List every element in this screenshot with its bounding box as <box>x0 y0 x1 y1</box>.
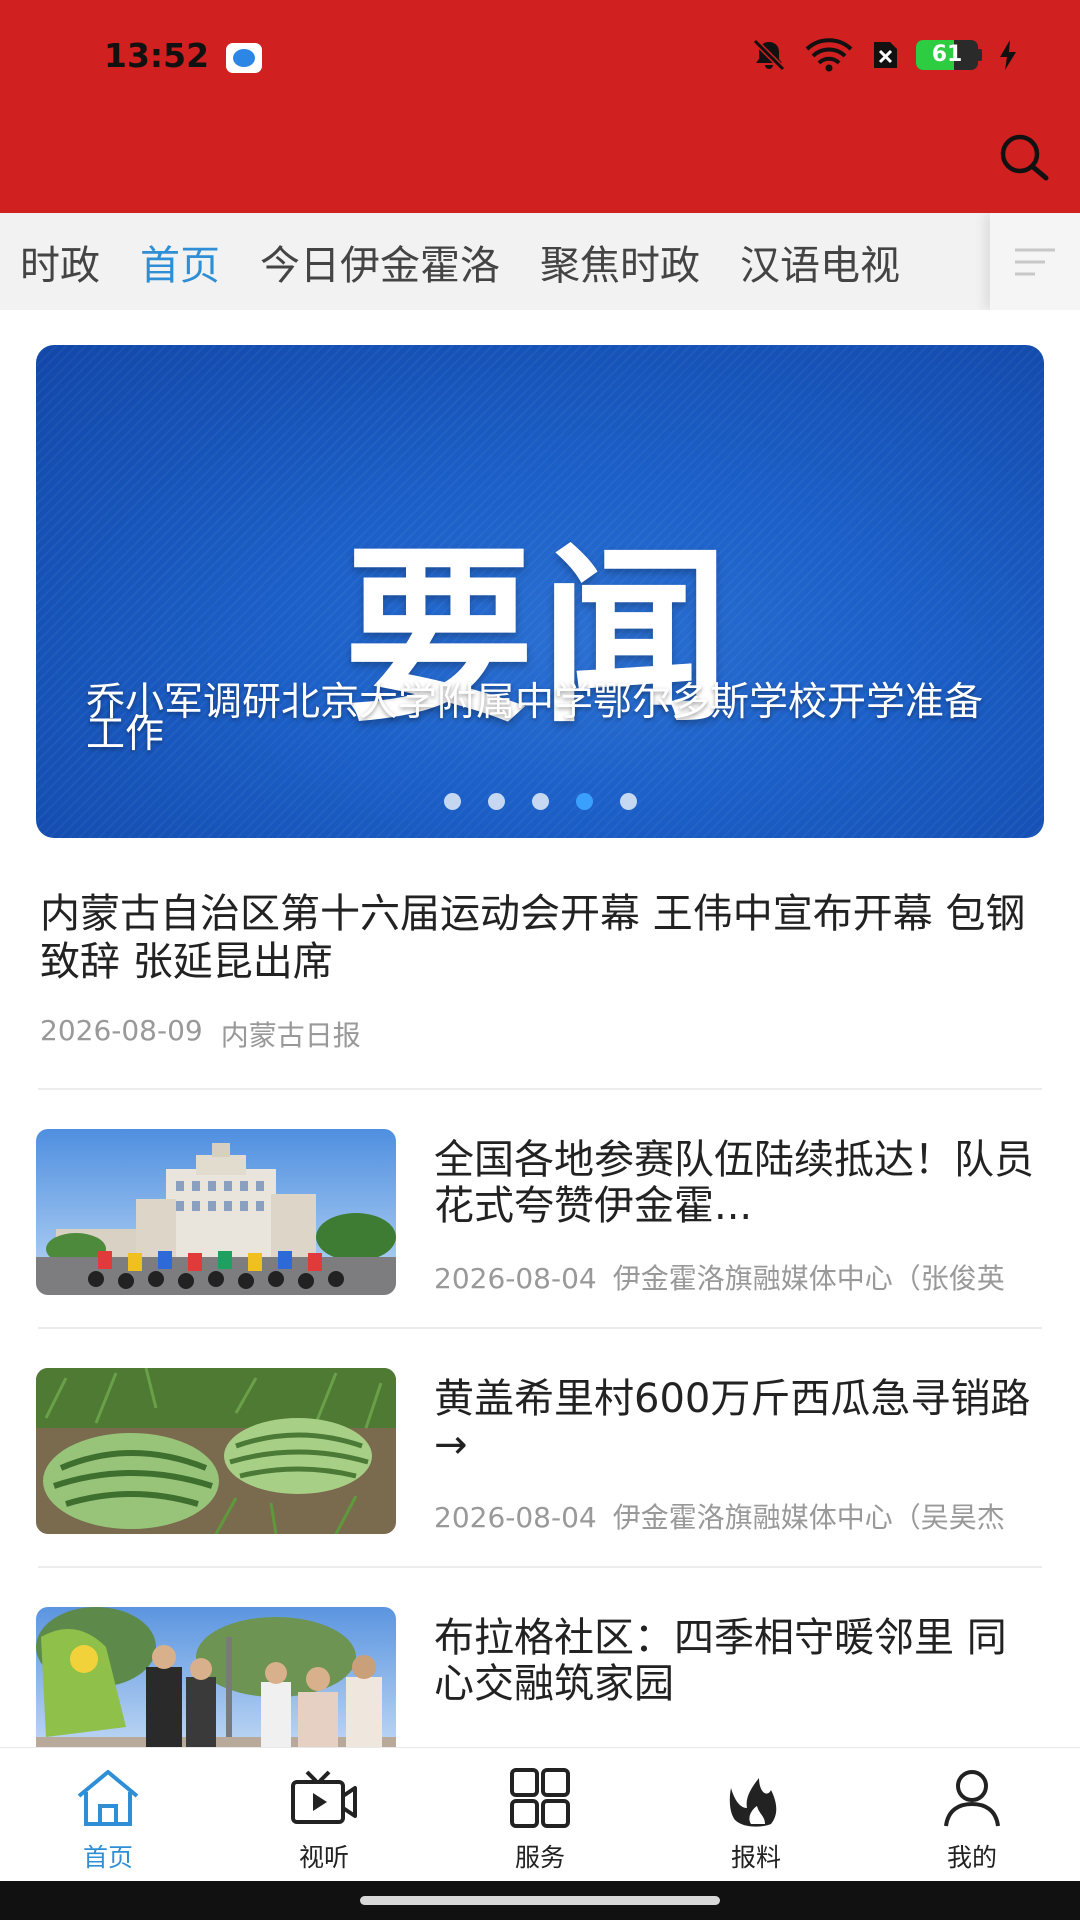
list-item[interactable]: 黄盖希里村600万斤西瓜急寻销路→ 2026-08-04 伊金霍洛旗融媒体中心（吴… <box>36 1368 1046 1538</box>
sim-icon <box>874 42 897 68</box>
article-title: 布拉格社区：四季相守暖邻里 同心交融筑家园 <box>434 1615 1007 1707</box>
tab-shizheng[interactable]: 时政 <box>20 233 100 291</box>
article-meta: 2026-08-04 伊金霍洛旗融媒体中心（吴昊杰 <box>434 1496 1080 1536</box>
tab-focus-politics[interactable]: 聚焦时政 <box>540 233 700 291</box>
banner-caption: 乔小军调研北京大学附属中学鄂尔多斯学校开学准备工作 <box>86 680 984 757</box>
article-date: 2026-08-04 <box>434 1501 597 1534</box>
nav-label: 我的 <box>946 1843 997 1872</box>
video-icon <box>291 1770 357 1824</box>
category-tabs: 时政 首页 今日伊金霍洛 聚焦时政 汉语电视 <box>0 213 1080 310</box>
nav-label: 首页 <box>82 1843 133 1872</box>
nav-home[interactable]: 首页 <box>0 1748 216 1881</box>
list-item[interactable]: 全国各地参赛队伍陆续抵达！队员花式夸赞伊金霍... 2026-08-04 伊金霍洛… <box>36 1129 1046 1299</box>
carousel-dot[interactable] <box>443 793 461 810</box>
feature-date: 2026-08-09 <box>40 1014 203 1047</box>
home-indicator[interactable] <box>360 1896 720 1905</box>
nav-label: 报料 <box>730 1843 781 1872</box>
divider <box>38 1327 1042 1329</box>
nav-label: 视听 <box>298 1843 349 1872</box>
feature-meta: 2026-08-09 内蒙古日报 <box>40 1014 1040 1054</box>
battery-level: 61 <box>931 42 963 67</box>
article-title: 全国各地参赛队伍陆续抵达！队员花式夸赞伊金霍... <box>434 1137 1034 1229</box>
app-header: 13:52 61 <box>0 0 1080 213</box>
article-date: 2026-08-04 <box>434 1262 597 1295</box>
tab-today-ejin-horo[interactable]: 今日伊金霍洛 <box>260 233 500 291</box>
status-time: 13:52 <box>104 36 210 75</box>
nav-label: 服务 <box>514 1843 565 1872</box>
divider <box>38 1566 1042 1568</box>
feature-article[interactable]: 内蒙古自治区第十六届运动会开幕 王伟中宣布开幕 包钢致辞 张延昆出席 2026-… <box>40 890 1040 1054</box>
nav-services[interactable]: 服务 <box>432 1748 648 1881</box>
nav-report[interactable]: 报料 <box>648 1748 864 1881</box>
article-source: 伊金霍洛旗融媒体中心（张俊英 <box>612 1262 1005 1295</box>
carousel-dot[interactable] <box>619 793 637 810</box>
tabs-fade <box>900 213 990 310</box>
tab-home[interactable]: 首页 <box>140 233 220 291</box>
tabs-menu-button[interactable] <box>990 213 1080 310</box>
battery-icon: 61 <box>916 40 982 70</box>
bottom-nav: 首页 视听 服务 报料 我的 <box>0 1747 1080 1881</box>
tabs-track: 时政 首页 今日伊金霍洛 聚焦时政 汉语电视 <box>20 213 900 310</box>
grid-icon <box>510 1768 570 1828</box>
feature-source: 内蒙古日报 <box>220 1019 361 1052</box>
charging-icon <box>1000 40 1016 70</box>
home-icon <box>77 1770 139 1826</box>
flame-icon <box>729 1778 777 1827</box>
banner-carousel[interactable]: 要闻 乔小军调研北京大学附属中学鄂尔多斯学校开学准备工作 <box>36 345 1044 838</box>
article-meta: 2026-08-04 伊金霍洛旗融媒体中心（张俊英 <box>434 1257 1080 1297</box>
article-thumbnail <box>36 1368 396 1534</box>
mute-icon <box>752 38 786 72</box>
carousel-dots <box>36 793 1044 810</box>
feature-title: 内蒙古自治区第十六届运动会开幕 王伟中宣布开幕 包钢致辞 张延昆出席 <box>40 891 1026 985</box>
article-title: 黄盖希里村600万斤西瓜急寻销路→ <box>434 1376 1031 1468</box>
carousel-dot[interactable] <box>531 793 549 810</box>
wifi-icon <box>805 38 853 72</box>
tab-chinese-tv[interactable]: 汉语电视 <box>740 233 900 291</box>
system-nav-bar <box>0 1881 1080 1920</box>
app-icon <box>226 43 262 73</box>
article-source: 伊金霍洛旗融媒体中心（吴昊杰 <box>612 1501 1005 1534</box>
nav-video[interactable]: 视听 <box>216 1748 432 1881</box>
carousel-dot[interactable] <box>575 793 593 810</box>
search-icon[interactable] <box>996 130 1052 186</box>
status-icons: 61 <box>750 38 1018 72</box>
nav-mine[interactable]: 我的 <box>864 1748 1080 1881</box>
menu-lines-icon <box>1015 248 1055 275</box>
article-thumbnail <box>36 1129 396 1295</box>
carousel-dot[interactable] <box>487 793 505 810</box>
divider <box>38 1088 1042 1090</box>
user-icon <box>944 1770 1000 1827</box>
